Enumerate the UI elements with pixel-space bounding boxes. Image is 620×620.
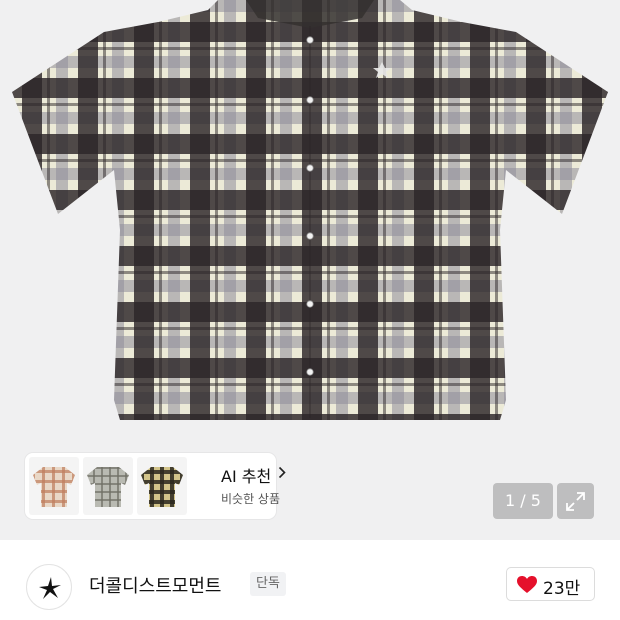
chevron-right-icon (278, 466, 286, 479)
ai-recommend-subtitle: 비슷한 상품 (221, 492, 281, 506)
expand-icon (566, 492, 585, 511)
product-image-gallery[interactable]: AI 추천 비슷한 상품 1 / 5 (0, 0, 620, 540)
like-button[interactable]: 23만 (506, 567, 595, 601)
brand-bar: 더콜디스트모먼트 단독 23만 (0, 540, 620, 620)
ai-recommend-card[interactable]: AI 추천 비슷한 상품 (25, 453, 286, 519)
brand-logo-avatar[interactable] (26, 564, 72, 610)
heart-icon (517, 576, 537, 593)
recommend-thumb-1[interactable] (29, 457, 79, 515)
ai-recommend-title: AI 추천 (221, 467, 272, 486)
recommend-thumb-2[interactable] (83, 457, 133, 515)
recommend-thumb-3[interactable] (137, 457, 187, 515)
like-count: 23만 (543, 579, 581, 599)
brand-name[interactable]: 더콜디스트모먼트 (89, 572, 221, 598)
image-counter: 1 / 5 (493, 483, 553, 519)
brand-star-logo-icon (39, 577, 61, 599)
exclusive-badge: 단독 (250, 572, 286, 596)
expand-button[interactable] (557, 483, 594, 519)
